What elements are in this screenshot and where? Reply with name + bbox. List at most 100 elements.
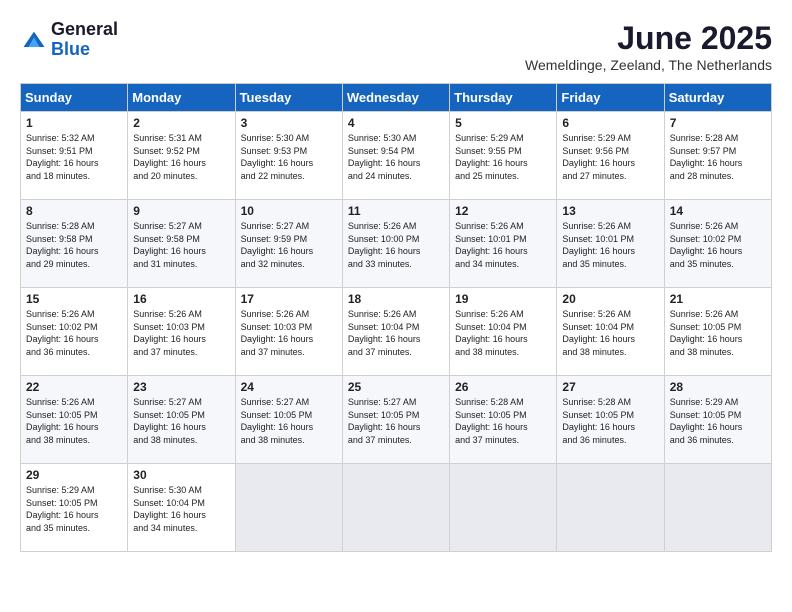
day-number: 7 [670,116,766,130]
calendar-week-2: 8 Sunrise: 5:28 AM Sunset: 9:58 PM Daylig… [21,200,772,288]
day-info: Sunrise: 5:27 AM Sunset: 10:05 PM Daylig… [133,396,229,446]
day-number: 10 [241,204,337,218]
calendar-cell: 24 Sunrise: 5:27 AM Sunset: 10:05 PM Dayl… [235,376,342,464]
calendar-cell: 2Sunrise: 5:31 AM Sunset: 9:52 PM Daylig… [128,112,235,200]
calendar-cell: 19 Sunrise: 5:26 AM Sunset: 10:04 PM Dayl… [450,288,557,376]
calendar-cell: 16 Sunrise: 5:26 AM Sunset: 10:03 PM Dayl… [128,288,235,376]
day-number: 21 [670,292,766,306]
calendar-week-4: 22Sunrise: 5:26 AM Sunset: 10:05 PM Dayl… [21,376,772,464]
day-info: Sunrise: 5:28 AM Sunset: 9:57 PM Dayligh… [670,132,766,182]
day-info: Sunrise: 5:26 AM Sunset: 10:00 PM Daylig… [348,220,444,270]
calendar-week-5: 29 Sunrise: 5:29 AM Sunset: 10:05 PM Dayl… [21,464,772,552]
day-info: Sunrise: 5:27 AM Sunset: 10:05 PM Daylig… [241,396,337,446]
calendar-cell: 5 Sunrise: 5:29 AM Sunset: 9:55 PM Daylig… [450,112,557,200]
day-info: Sunrise: 5:26 AM Sunset: 10:04 PM Daylig… [348,308,444,358]
day-number: 19 [455,292,551,306]
day-info: Sunrise: 5:26 AM Sunset: 10:04 PM Daylig… [562,308,658,358]
calendar-cell: 9 Sunrise: 5:27 AM Sunset: 9:58 PM Daylig… [128,200,235,288]
title-area: June 2025 Wemeldinge, Zeeland, The Nethe… [525,20,772,73]
day-number: 15 [26,292,122,306]
day-info: Sunrise: 5:28 AM Sunset: 10:05 PM Daylig… [455,396,551,446]
day-number: 28 [670,380,766,394]
weekday-sunday: Sunday [21,84,128,112]
calendar-cell: 30 Sunrise: 5:30 AM Sunset: 10:04 PM Dayl… [128,464,235,552]
calendar-cell: 4Sunrise: 5:30 AM Sunset: 9:54 PM Daylig… [342,112,449,200]
day-number: 29 [26,468,122,482]
calendar-cell: 14Sunrise: 5:26 AM Sunset: 10:02 PM Dayl… [664,200,771,288]
weekday-wednesday: Wednesday [342,84,449,112]
calendar-cell: 13Sunrise: 5:26 AM Sunset: 10:01 PM Dayl… [557,200,664,288]
day-info: Sunrise: 5:29 AM Sunset: 10:05 PM Daylig… [26,484,122,534]
calendar-cell: 23Sunrise: 5:27 AM Sunset: 10:05 PM Dayl… [128,376,235,464]
day-number: 24 [241,380,337,394]
calendar-cell: 28 Sunrise: 5:29 AM Sunset: 10:05 PM Dayl… [664,376,771,464]
day-info: Sunrise: 5:26 AM Sunset: 10:01 PM Daylig… [455,220,551,270]
calendar-cell: 29 Sunrise: 5:29 AM Sunset: 10:05 PM Dayl… [21,464,128,552]
calendar-cell: 6 Sunrise: 5:29 AM Sunset: 9:56 PM Daylig… [557,112,664,200]
weekday-monday: Monday [128,84,235,112]
day-number: 20 [562,292,658,306]
day-info: Sunrise: 5:26 AM Sunset: 10:05 PM Daylig… [670,308,766,358]
calendar-cell: 26 Sunrise: 5:28 AM Sunset: 10:05 PM Dayl… [450,376,557,464]
day-number: 26 [455,380,551,394]
day-number: 9 [133,204,229,218]
calendar-cell: 15Sunrise: 5:26 AM Sunset: 10:02 PM Dayl… [21,288,128,376]
day-info: Sunrise: 5:26 AM Sunset: 10:03 PM Daylig… [133,308,229,358]
day-number: 18 [348,292,444,306]
calendar-cell: 8 Sunrise: 5:28 AM Sunset: 9:58 PM Daylig… [21,200,128,288]
calendar-cell: 25 Sunrise: 5:27 AM Sunset: 10:05 PM Dayl… [342,376,449,464]
day-info: Sunrise: 5:32 AM Sunset: 9:51 PM Dayligh… [26,132,122,182]
calendar-cell: 1 Sunrise: 5:32 AM Sunset: 9:51 PM Daylig… [21,112,128,200]
calendar-cell: 12Sunrise: 5:26 AM Sunset: 10:01 PM Dayl… [450,200,557,288]
day-number: 14 [670,204,766,218]
day-info: Sunrise: 5:26 AM Sunset: 10:03 PM Daylig… [241,308,337,358]
day-info: Sunrise: 5:27 AM Sunset: 9:59 PM Dayligh… [241,220,337,270]
weekday-friday: Friday [557,84,664,112]
day-info: Sunrise: 5:29 AM Sunset: 9:55 PM Dayligh… [455,132,551,182]
calendar-cell: 21 Sunrise: 5:26 AM Sunset: 10:05 PM Dayl… [664,288,771,376]
calendar-cell: 11 Sunrise: 5:26 AM Sunset: 10:00 PM Dayl… [342,200,449,288]
calendar-week-3: 15Sunrise: 5:26 AM Sunset: 10:02 PM Dayl… [21,288,772,376]
calendar-body: 1 Sunrise: 5:32 AM Sunset: 9:51 PM Daylig… [21,112,772,552]
day-info: Sunrise: 5:28 AM Sunset: 10:05 PM Daylig… [562,396,658,446]
calendar-cell [664,464,771,552]
calendar-week-1: 1 Sunrise: 5:32 AM Sunset: 9:51 PM Daylig… [21,112,772,200]
day-info: Sunrise: 5:30 AM Sunset: 10:04 PM Daylig… [133,484,229,534]
day-number: 25 [348,380,444,394]
calendar-cell: 10 Sunrise: 5:27 AM Sunset: 9:59 PM Dayli… [235,200,342,288]
day-info: Sunrise: 5:29 AM Sunset: 10:05 PM Daylig… [670,396,766,446]
day-info: Sunrise: 5:26 AM Sunset: 10:04 PM Daylig… [455,308,551,358]
weekday-saturday: Saturday [664,84,771,112]
month-title: June 2025 [525,20,772,57]
day-number: 3 [241,116,337,130]
weekday-tuesday: Tuesday [235,84,342,112]
day-number: 16 [133,292,229,306]
calendar-cell: 22Sunrise: 5:26 AM Sunset: 10:05 PM Dayl… [21,376,128,464]
day-number: 11 [348,204,444,218]
logo-icon [20,26,48,54]
day-number: 1 [26,116,122,130]
day-info: Sunrise: 5:31 AM Sunset: 9:52 PM Dayligh… [133,132,229,182]
logo: General Blue [20,20,118,60]
page-header: General Blue June 2025 Wemeldinge, Zeela… [10,10,782,78]
day-info: Sunrise: 5:30 AM Sunset: 9:53 PM Dayligh… [241,132,337,182]
calendar-cell [342,464,449,552]
day-info: Sunrise: 5:29 AM Sunset: 9:56 PM Dayligh… [562,132,658,182]
day-number: 8 [26,204,122,218]
day-info: Sunrise: 5:27 AM Sunset: 10:05 PM Daylig… [348,396,444,446]
calendar-cell [557,464,664,552]
day-info: Sunrise: 5:27 AM Sunset: 9:58 PM Dayligh… [133,220,229,270]
day-number: 27 [562,380,658,394]
day-info: Sunrise: 5:28 AM Sunset: 9:58 PM Dayligh… [26,220,122,270]
logo-blue-text: Blue [51,40,118,60]
day-number: 30 [133,468,229,482]
calendar-cell: 17Sunrise: 5:26 AM Sunset: 10:03 PM Dayl… [235,288,342,376]
calendar-table: SundayMondayTuesdayWednesdayThursdayFrid… [20,83,772,552]
calendar-cell: 18 Sunrise: 5:26 AM Sunset: 10:04 PM Dayl… [342,288,449,376]
day-number: 5 [455,116,551,130]
calendar-cell: 20 Sunrise: 5:26 AM Sunset: 10:04 PM Dayl… [557,288,664,376]
logo-general-text: General [51,20,118,40]
day-info: Sunrise: 5:30 AM Sunset: 9:54 PM Dayligh… [348,132,444,182]
day-number: 6 [562,116,658,130]
day-info: Sunrise: 5:26 AM Sunset: 10:05 PM Daylig… [26,396,122,446]
